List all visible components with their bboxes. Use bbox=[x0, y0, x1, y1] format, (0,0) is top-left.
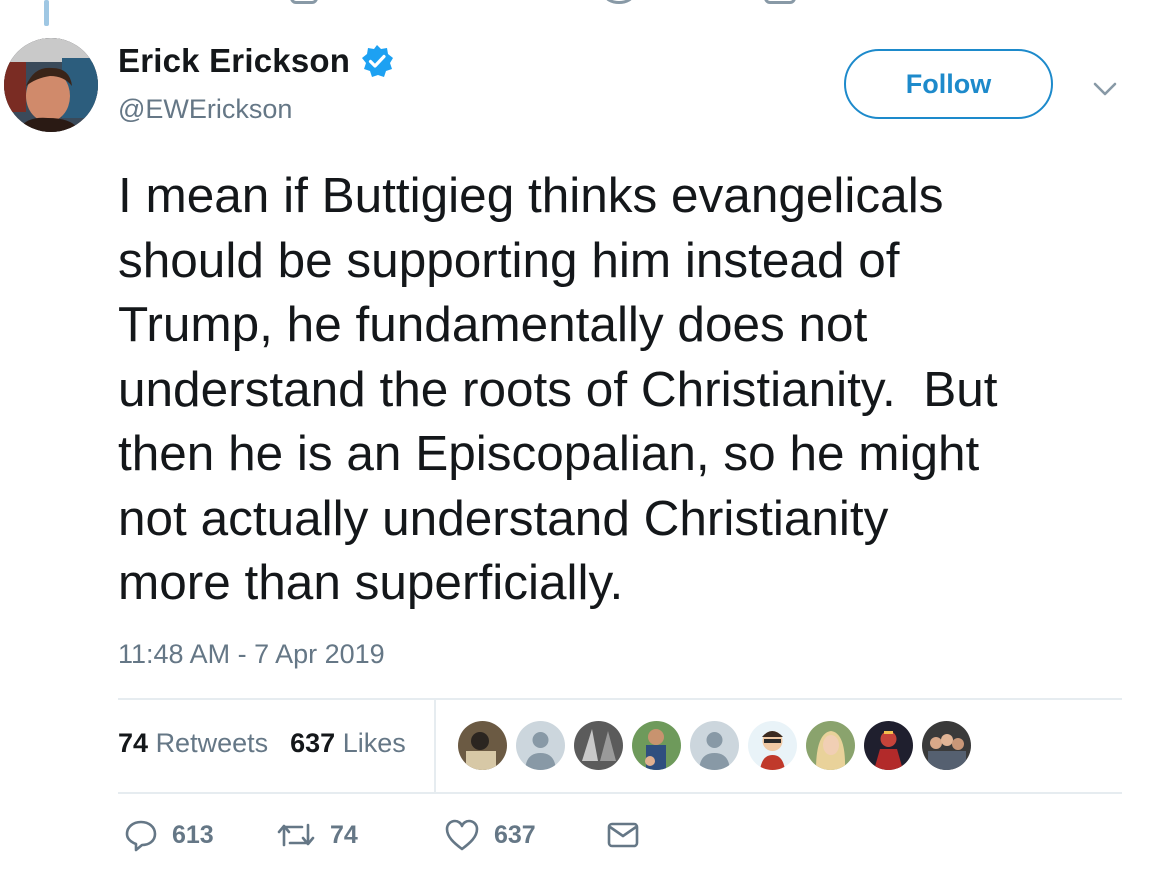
liker-avatar[interactable] bbox=[690, 721, 739, 770]
author-avatar[interactable] bbox=[4, 38, 98, 132]
retweet-count: 74 bbox=[330, 820, 358, 849]
liker-avatar[interactable] bbox=[748, 721, 797, 770]
verified-badge-icon bbox=[360, 44, 394, 78]
likes-stat[interactable]: 637 Likes bbox=[290, 728, 406, 759]
retweets-stat[interactable]: 74 Retweets bbox=[118, 728, 268, 759]
message-icon bbox=[606, 818, 640, 852]
retweet-action[interactable]: 74 bbox=[276, 818, 444, 852]
author-handle[interactable]: @EWErickson bbox=[118, 94, 292, 125]
liker-avatar[interactable] bbox=[458, 721, 507, 770]
liker-avatar[interactable] bbox=[806, 721, 855, 770]
reply-icon bbox=[124, 818, 158, 852]
stats-vertical-divider bbox=[434, 700, 436, 792]
liker-avatar[interactable] bbox=[864, 721, 913, 770]
clipped-action-icon bbox=[120, 0, 150, 4]
reply-action[interactable]: 613 bbox=[124, 818, 276, 852]
retweets-label: Retweets bbox=[155, 728, 269, 758]
follow-button[interactable]: Follow bbox=[844, 49, 1053, 119]
clipped-action-icon bbox=[764, 0, 796, 4]
liker-avatars bbox=[458, 721, 971, 770]
stats-top-divider bbox=[118, 698, 1122, 700]
author-name[interactable]: Erick Erickson bbox=[118, 42, 350, 80]
liker-avatar[interactable] bbox=[574, 721, 623, 770]
liker-avatar[interactable] bbox=[632, 721, 681, 770]
retweet-icon bbox=[276, 818, 316, 852]
heart-icon bbox=[444, 818, 480, 852]
reply-count: 613 bbox=[172, 820, 214, 849]
author-name-row: Erick Erickson bbox=[118, 42, 394, 80]
tweet-timestamp[interactable]: 11:48 AM - 7 Apr 2019 bbox=[118, 639, 385, 670]
tweet-actions: 613 74 637 bbox=[124, 818, 640, 852]
like-action[interactable]: 637 bbox=[444, 818, 606, 852]
retweets-count: 74 bbox=[118, 728, 149, 758]
likes-label: Likes bbox=[342, 728, 406, 758]
thread-connector-line bbox=[44, 0, 49, 26]
clipped-action-icon bbox=[604, 0, 634, 4]
direct-message-action[interactable] bbox=[606, 818, 640, 852]
liker-avatar[interactable] bbox=[516, 721, 565, 770]
like-count: 637 bbox=[494, 820, 536, 849]
clipped-action-icon bbox=[290, 0, 318, 4]
tweet-stats: 74 Retweets 637 Likes bbox=[118, 728, 406, 759]
stats-bottom-divider bbox=[118, 792, 1122, 794]
tweet-text: I mean if Buttigieg thinks evangelicals … bbox=[118, 168, 998, 610]
liker-avatar[interactable] bbox=[922, 721, 971, 770]
likes-count: 637 bbox=[290, 728, 336, 758]
chevron-down-icon[interactable] bbox=[1090, 74, 1120, 104]
